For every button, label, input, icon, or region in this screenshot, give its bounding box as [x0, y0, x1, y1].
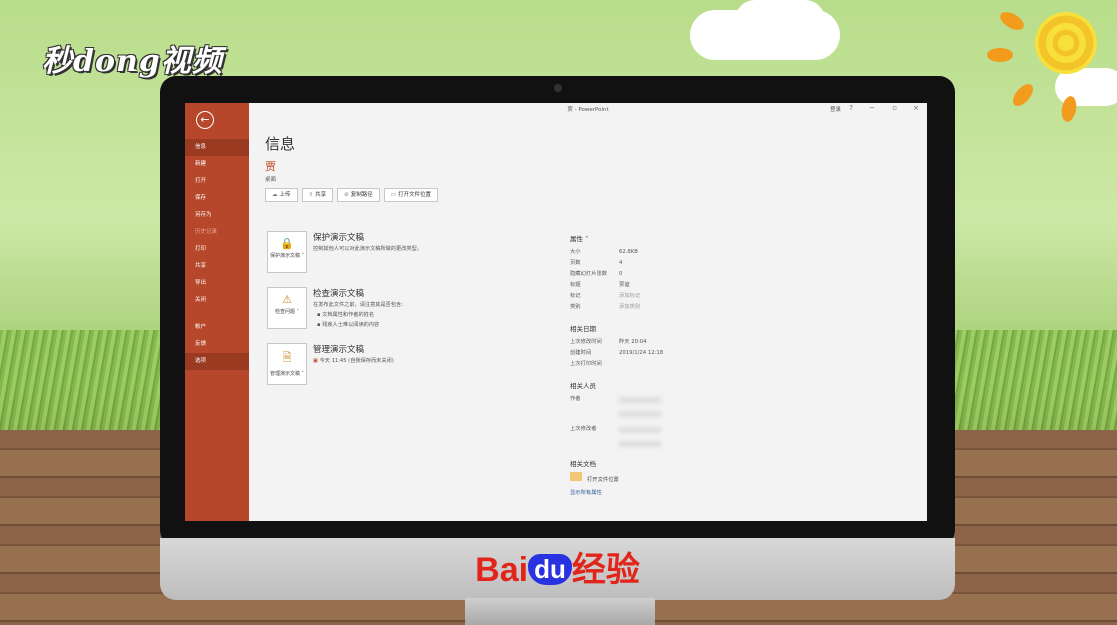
inspect-bullet: ▪ 残疾人士难以阅读的内容 — [317, 322, 380, 328]
action-icon: ⊘ — [344, 192, 349, 198]
webcam-icon — [554, 84, 562, 92]
property-row: 类别 添加类别 — [570, 302, 730, 313]
sidebar-item-items-4[interactable]: 另存为 — [185, 207, 249, 224]
sidebar-item-items-0[interactable]: 信息 — [185, 139, 249, 156]
sidebar-item-items-6[interactable]: 打印 — [185, 241, 249, 258]
properties-pane: 属性 ˅ 大小 62.8KB 页数 4 隐藏幻灯片张数 0 标题 贾谊 标记 添加标记 类别 添加类别… — [570, 233, 730, 499]
action-buttons: ☁ 上传 ⇧ 共享 ⊘ 复制路径 ▭ 打开文件位置 — [265, 188, 438, 202]
inspect-description: 在发布此文件之前，请注意其是否包含: — [313, 302, 403, 308]
author-row: 作者 — [570, 394, 730, 424]
baidu-jingyan-logo: Bai du 经验 — [475, 551, 640, 589]
sidebar-item-items-1[interactable]: 新建 — [185, 156, 249, 173]
property-value: 2019/1/24 12:18 — [619, 350, 664, 356]
property-row: 隐藏幻灯片张数 0 — [570, 269, 730, 280]
property-value: 贾谊 — [619, 282, 630, 288]
property-value-input[interactable]: 添加标记 — [619, 291, 640, 302]
sun-ray — [997, 8, 1027, 34]
property-row: 创建时间 2019/1/24 12:18 — [570, 348, 730, 359]
ppt-file-icon: ▣ — [313, 358, 318, 364]
backstage-sidebar: ← 信息 新建 打开 保存 另存为 历史记录 打印 共享 导出 关闭帐户 反馈 选项 — [185, 103, 249, 521]
sidebar-item-bottom_items-2[interactable]: 选项 — [185, 353, 249, 370]
nav-divider — [185, 309, 249, 319]
protect-presentation-button[interactable]: 🔒 保护演示文稿 ˅ — [267, 231, 307, 273]
property-row: 页数 4 — [570, 258, 730, 269]
sidebar-item-items-8[interactable]: 导出 — [185, 275, 249, 292]
info-panel: 信息 贾 桌面 ☁ 上传 ⇧ 共享 ⊘ 复制路径 ▭ 打开文件位置 🔒 保护演示文稿 ˅ 保护… — [265, 133, 905, 385]
author-avatar — [619, 394, 661, 424]
open-file-location-link[interactable]: 打开文件位置 — [570, 472, 730, 488]
window-title: 贾 - PowerPoint — [567, 107, 609, 113]
document-name: 贾 — [265, 160, 276, 173]
sun-ray — [987, 48, 1013, 62]
sidebar-item-bottom_items-0[interactable]: 帐户 — [185, 319, 249, 336]
sidebar-item-items-2[interactable]: 打开 — [185, 173, 249, 190]
protect-title: 保护演示文稿 — [313, 233, 365, 243]
related-docs-heading: 相关文档 — [570, 460, 596, 468]
action-icon: ☁ — [272, 192, 278, 198]
related-people-heading: 相关人员 — [570, 382, 596, 390]
property-value: 4 — [619, 260, 623, 266]
action-button-2[interactable]: ⊘ 复制路径 — [337, 188, 380, 202]
dates-list: 上次修改时间 昨天 20:04 创建时间 2019/1/24 12:18 上次打印时间 — [570, 337, 730, 370]
last-modified-by-row: 上次修改者 — [570, 424, 730, 454]
lock-icon: 🔒 — [280, 237, 294, 250]
folder-icon — [570, 472, 582, 481]
manage-document-icon: 🗎 — [282, 351, 292, 364]
autosave-version[interactable]: ▣ 今天 11:45 (自我保存而未关闭) — [313, 357, 394, 364]
restore-icon[interactable]: ▫ — [892, 104, 897, 112]
sidebar-item-items-9[interactable]: 关闭 — [185, 292, 249, 309]
backstage-nav: 信息 新建 打开 保存 另存为 历史记录 打印 共享 导出 关闭帐户 反馈 选项 — [185, 139, 249, 370]
properties-heading[interactable]: 属性 ˅ — [570, 233, 730, 243]
related-dates-heading: 相关日期 — [570, 325, 596, 333]
monitor-stand — [465, 598, 655, 625]
manage-title: 管理演示文稿 — [313, 345, 365, 355]
property-row: 上次打印时间 — [570, 361, 602, 367]
action-button-1[interactable]: ⇧ 共享 — [301, 188, 334, 202]
check-issues-button[interactable]: ⚠ 检查问题 ˅ — [267, 287, 307, 329]
action-button-3[interactable]: ▭ 打开文件位置 — [383, 188, 438, 202]
property-value-input[interactable]: 添加类别 — [619, 302, 640, 313]
property-value: 0 — [619, 271, 623, 277]
property-row: 上次修改时间 昨天 20:04 — [570, 337, 730, 348]
manage-section: 🗎 管理演示文稿 ˅ 管理演示文稿 ▣ 今天 11:45 (自我保存而未关闭) — [267, 343, 567, 389]
sun-icon — [1035, 12, 1097, 74]
title-bar: 贾 - PowerPoint 登录 ? − ▫ × — [249, 103, 927, 115]
close-icon[interactable]: × — [913, 104, 919, 112]
minimize-icon[interactable]: − — [869, 104, 875, 112]
sidebar-item-items-5[interactable]: 历史记录 — [185, 224, 249, 241]
property-row: 大小 62.8KB — [570, 247, 730, 258]
cloud — [735, 0, 825, 40]
action-button-0[interactable]: ☁ 上传 — [265, 188, 298, 202]
monitor-chin: Bai du 经验 — [160, 538, 955, 600]
paw-icon: du — [528, 554, 572, 585]
sun-ray — [1009, 80, 1037, 110]
property-row: 标记 添加标记 — [570, 291, 730, 302]
inspect-bullet: ▪ 文档属性和作者的姓名 — [317, 312, 375, 318]
show-all-properties-link[interactable]: 显示所有属性 — [570, 488, 730, 499]
property-value: 62.8KB — [619, 249, 638, 255]
powerpoint-window: ← 信息 新建 打开 保存 另存为 历史记录 打印 共享 导出 关闭帐户 反馈 选项 贾 - Powe… — [185, 103, 927, 521]
protect-section: 🔒 保护演示文稿 ˅ 保护演示文稿 控制其他人可以对此演示文稿所做的更改类型。 — [267, 231, 567, 277]
action-icon: ⇧ — [308, 192, 314, 198]
login-button[interactable]: 登录 — [830, 105, 841, 113]
manage-presentation-button[interactable]: 🗎 管理演示文稿 ˅ — [267, 343, 307, 385]
action-icon: ▭ — [390, 192, 396, 198]
properties-list: 大小 62.8KB 页数 4 隐藏幻灯片张数 0 标题 贾谊 标记 添加标记 类别 添加类别 — [570, 247, 730, 313]
inspect-title: 检查演示文稿 — [313, 289, 365, 299]
modifier-avatar — [619, 424, 661, 454]
protect-description: 控制其他人可以对此演示文稿所做的更改类型。 — [313, 246, 422, 252]
property-row: 标题 贾谊 — [570, 280, 730, 291]
sidebar-item-bottom_items-1[interactable]: 反馈 — [185, 336, 249, 353]
back-arrow-icon[interactable]: ← — [196, 111, 214, 129]
page-title: 信息 — [265, 135, 296, 153]
inspect-section: ⚠ 检查问题 ˅ 检查演示文稿 在发布此文件之前，请注意其是否包含: ▪ 文档属… — [267, 287, 567, 333]
sidebar-item-items-3[interactable]: 保存 — [185, 190, 249, 207]
video-logo: 秒dong视频 — [42, 44, 223, 79]
inspect-document-icon: ⚠ — [282, 293, 292, 306]
property-value: 昨天 20:04 — [619, 339, 647, 345]
sidebar-item-items-7[interactable]: 共享 — [185, 258, 249, 275]
document-location: 桌面 — [265, 177, 277, 183]
help-icon[interactable]: ? — [849, 104, 853, 112]
